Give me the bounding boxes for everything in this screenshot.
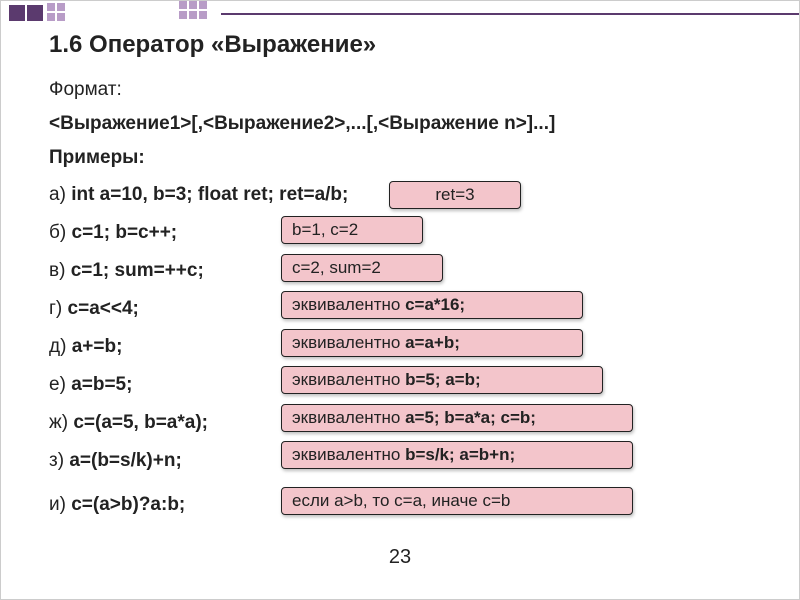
example-code: a=(b=s/k)+n; — [69, 450, 181, 471]
square-small-icon — [189, 1, 197, 9]
format-label: Формат: — [49, 79, 759, 101]
box-bold: c=a*16; — [405, 295, 465, 314]
decor-header — [1, 1, 799, 29]
example-prefix: д) — [49, 336, 72, 357]
decor-line — [221, 13, 799, 15]
box-prefix: эквивалентно — [292, 370, 405, 389]
square-small-icon — [179, 11, 187, 19]
slide-title: 1.6 Оператор «Выражение» — [49, 31, 376, 59]
format-syntax: <Выражение1>[,<Выражение2>,...[,<Выражен… — [49, 113, 759, 135]
example-prefix: в) — [49, 260, 71, 281]
square-small-icon — [199, 1, 207, 9]
square-small-icon — [47, 3, 55, 11]
result-box-a16: эквивалентно c=a*16; — [281, 291, 583, 319]
example-code: c=1; b=c++; — [72, 222, 178, 243]
square-small-icon — [57, 3, 65, 11]
result-box-c2sum2: c=2, sum=2 — [281, 254, 443, 282]
result-box-b5ab: эквивалентно b=5; a=b; — [281, 366, 603, 394]
box-prefix: эквивалентно — [292, 408, 405, 427]
example-code: a+=b; — [72, 336, 123, 357]
square-small-icon — [179, 1, 187, 9]
example-prefix: з) — [49, 450, 69, 471]
box-bold: b=5; a=b; — [405, 370, 481, 389]
result-box-a5baa: эквивалентно a=5; b=a*a; c=b; — [281, 404, 633, 432]
example-prefix: а) — [49, 184, 71, 205]
result-box-ternary: если a>b, то c=a, иначе c=b — [281, 487, 633, 515]
page-number: 23 — [1, 546, 799, 569]
example-code: c=a<<4; — [68, 298, 139, 319]
example-prefix: е) — [49, 374, 71, 395]
example-prefix: и) — [49, 494, 71, 515]
result-box-ret: ret=3 — [389, 181, 521, 209]
example-prefix: ж) — [49, 412, 73, 433]
box-bold: a=5; b=a*a; c=b; — [405, 408, 536, 427]
square-icon — [27, 5, 43, 21]
square-small-icon — [199, 11, 207, 19]
slide: 1.6 Оператор «Выражение» Формат: <Выраже… — [0, 0, 800, 600]
example-prefix: б) — [49, 222, 72, 243]
example-code: c=(a>b)?a:b; — [71, 494, 185, 515]
box-prefix: эквивалентно — [292, 295, 405, 314]
example-prefix: г) — [49, 298, 68, 319]
square-small-icon — [57, 13, 65, 21]
example-code: int a=10, b=3; float ret; ret=a/b; — [71, 184, 348, 205]
result-box-aab: эквивалентно a=a+b; — [281, 329, 583, 357]
box-prefix: эквивалентно — [292, 445, 405, 464]
examples-label: Примеры: — [49, 147, 759, 169]
result-box-b1c2: b=1, c=2 — [281, 216, 423, 244]
box-prefix: эквивалентно — [292, 333, 405, 352]
result-box-bsk: эквивалентно b=s/k; a=b+n; — [281, 441, 633, 469]
square-icon — [9, 5, 25, 21]
example-code: c=(a=5, b=a*a); — [73, 412, 208, 433]
square-small-icon — [47, 13, 55, 21]
box-bold: a=a+b; — [405, 333, 460, 352]
example-code: a=b=5; — [71, 374, 132, 395]
square-small-icon — [189, 11, 197, 19]
box-bold: b=s/k; a=b+n; — [405, 445, 515, 464]
example-code: c=1; sum=++c; — [71, 260, 204, 281]
